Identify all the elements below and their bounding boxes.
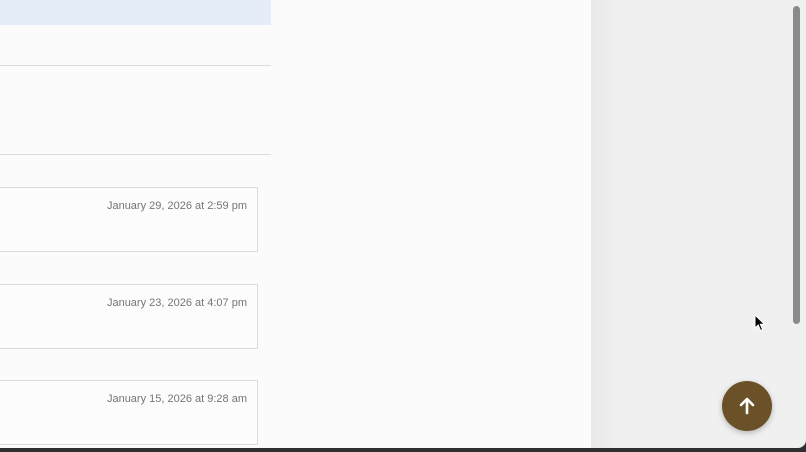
comment-date: January 29, 2026 at 2:59 pm <box>106 200 247 212</box>
arrow-up-icon <box>737 396 757 416</box>
mouse-cursor-icon <box>754 313 766 332</box>
main-content-panel: January 29, 2026 at 2:59 pm January 23, … <box>0 0 591 448</box>
divider <box>0 65 271 66</box>
divider <box>0 154 271 155</box>
comment-date: January 15, 2026 at 9:28 am <box>106 393 247 405</box>
highlighted-row <box>0 0 271 25</box>
comment-card: January 15, 2026 at 9:28 am <box>0 380 258 445</box>
back-to-top-button[interactable] <box>722 381 772 431</box>
comment-card: January 29, 2026 at 2:59 pm <box>0 187 258 252</box>
sidebar-shadow <box>591 0 621 448</box>
browser-viewport: January 29, 2026 at 2:59 pm January 23, … <box>0 0 806 448</box>
comment-card: January 23, 2026 at 4:07 pm <box>0 284 258 349</box>
scrollbar-thumb[interactable] <box>793 6 800 324</box>
comment-date: January 23, 2026 at 4:07 pm <box>106 297 247 309</box>
